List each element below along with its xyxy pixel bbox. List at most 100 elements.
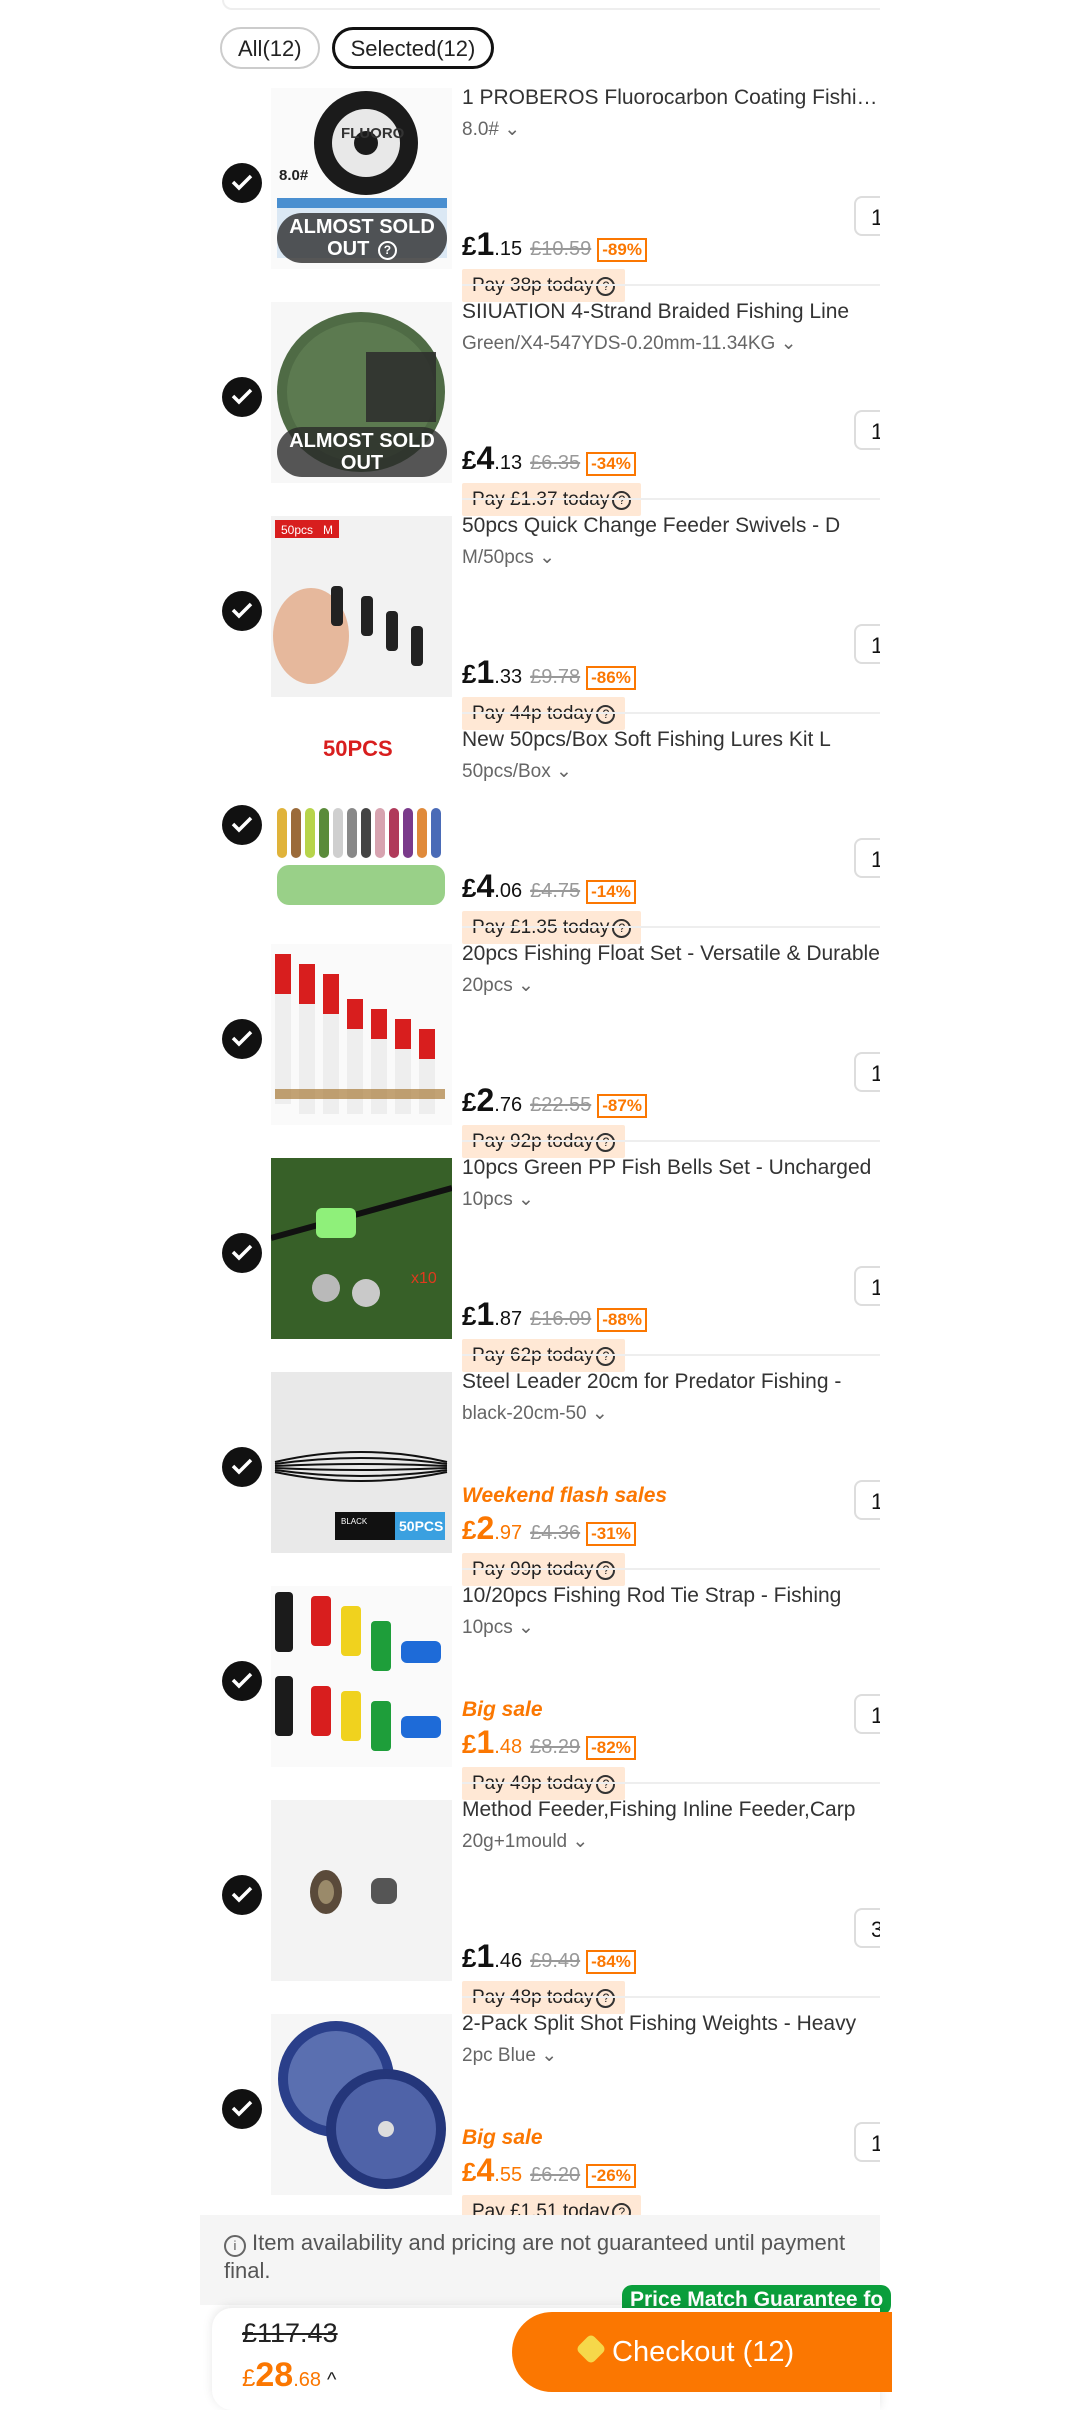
product-image[interactable] bbox=[271, 1800, 452, 1981]
feeder-swivels-image: 50pcs M bbox=[271, 516, 452, 697]
discount-badge: -86% bbox=[586, 666, 636, 690]
quantity-selector[interactable]: 1 bbox=[854, 1694, 880, 1734]
promo-label: Big sale bbox=[462, 2126, 543, 2149]
fish-bells-image: x10 bbox=[271, 1158, 452, 1339]
select-checkbox[interactable] bbox=[222, 1019, 262, 1059]
check-icon bbox=[231, 388, 253, 405]
svg-text:x10: x10 bbox=[411, 1270, 437, 1287]
product-image[interactable]: FLUORO 8.0# ALMOST SOLD OUT ? bbox=[271, 88, 452, 269]
variant-selector[interactable]: M/50pcs ⌄ bbox=[462, 546, 555, 569]
discount-badge: -82% bbox=[586, 1736, 636, 1760]
tab-selected[interactable]: Selected(12) bbox=[331, 27, 495, 69]
quantity-selector[interactable]: 1 bbox=[854, 410, 880, 450]
variant-selector[interactable]: 50pcs/Box ⌄ bbox=[462, 760, 572, 783]
discount-badge: -88% bbox=[597, 1308, 647, 1332]
select-checkbox[interactable] bbox=[222, 163, 262, 203]
total-price[interactable]: £28.68 ^ bbox=[242, 2356, 336, 2395]
product-image[interactable] bbox=[271, 1586, 452, 1767]
help-icon[interactable]: ? bbox=[596, 1989, 616, 2008]
product-title[interactable]: 2-Pack Split Shot Fishing Weights - Heav… bbox=[462, 2012, 880, 2036]
discount-badge: -26% bbox=[586, 2164, 636, 2188]
select-checkbox[interactable] bbox=[222, 1447, 262, 1487]
promo-label: Big sale bbox=[462, 1698, 543, 1721]
product-title[interactable]: 10/20pcs Fishing Rod Tie Strap - Fishing bbox=[462, 1584, 880, 1608]
chevron-down-icon: ⌄ bbox=[572, 1831, 589, 1852]
discount-badge: -84% bbox=[586, 1950, 636, 1974]
product-title[interactable]: 50pcs Quick Change Feeder Swivels - D bbox=[462, 514, 880, 538]
divider bbox=[462, 926, 880, 928]
tab-all[interactable]: All(12) bbox=[220, 27, 320, 69]
checkout-button[interactable]: Checkout (12) bbox=[512, 2312, 892, 2392]
quantity-selector[interactable]: 1 bbox=[854, 1480, 880, 1520]
divider bbox=[462, 1568, 880, 1570]
product-title[interactable]: 10pcs Green PP Fish Bells Set - Uncharge… bbox=[462, 1156, 880, 1180]
select-checkbox[interactable] bbox=[222, 1233, 262, 1273]
cart-item: 2-Pack Split Shot Fishing Weights - Heav… bbox=[200, 1996, 880, 2228]
product-image[interactable]: 50PCS bbox=[271, 730, 452, 911]
variant-selector[interactable]: 10pcs ⌄ bbox=[462, 1616, 534, 1639]
chevron-down-icon: ⌄ bbox=[780, 333, 797, 354]
product-title[interactable]: Method Feeder,Fishing Inline Feeder,Carp bbox=[462, 1798, 880, 1822]
original-total: £117.43 bbox=[242, 2318, 338, 2348]
price-row: £1.48 £8.29 -82% bbox=[462, 1724, 636, 1761]
chevron-down-icon: ⌄ bbox=[504, 119, 521, 140]
svg-text:BLACK: BLACK bbox=[341, 1517, 368, 1526]
quantity-selector[interactable]: 1 bbox=[854, 838, 880, 878]
svg-text:50PCS: 50PCS bbox=[323, 736, 393, 761]
product-image[interactable] bbox=[271, 944, 452, 1125]
price-row: £4.55 £6.20 -26% bbox=[462, 2152, 636, 2189]
product-image[interactable]: 50PCS BLACK bbox=[271, 1372, 452, 1553]
discount-badge: -89% bbox=[597, 238, 647, 262]
quantity-selector[interactable]: 1 bbox=[854, 2122, 880, 2162]
quantity-selector[interactable]: 1 bbox=[854, 624, 880, 664]
product-title[interactable]: 20pcs Fishing Float Set - Versatile & Du… bbox=[462, 942, 880, 966]
quantity-selector[interactable]: 1 bbox=[854, 1052, 880, 1092]
quantity-selector[interactable]: 1 bbox=[854, 1266, 880, 1306]
product-title[interactable]: 1 PROBEROS Fluorocarbon Coating Fishing … bbox=[462, 86, 880, 110]
price-row: £4.06 £4.75 -14% bbox=[462, 868, 636, 905]
select-checkbox[interactable] bbox=[222, 1875, 262, 1915]
product-title[interactable]: New 50pcs/Box Soft Fishing Lures Kit L bbox=[462, 728, 880, 752]
rod-straps-image bbox=[271, 1586, 452, 1767]
help-icon[interactable]: ? bbox=[596, 705, 616, 724]
variant-selector[interactable]: 10pcs ⌄ bbox=[462, 1188, 534, 1211]
product-title[interactable]: Steel Leader 20cm for Predator Fishing - bbox=[462, 1370, 880, 1394]
quantity-selector[interactable]: 3 bbox=[854, 1908, 880, 1948]
chevron-down-icon: ⌄ bbox=[517, 975, 534, 996]
product-image[interactable]: 50pcs M bbox=[271, 516, 452, 697]
check-icon bbox=[231, 1244, 253, 1261]
help-icon[interactable]: ? bbox=[596, 277, 616, 296]
select-checkbox[interactable] bbox=[222, 1661, 262, 1701]
help-icon[interactable]: ? bbox=[596, 1561, 616, 1580]
variant-selector[interactable]: 20pcs ⌄ bbox=[462, 974, 534, 997]
help-icon[interactable]: ? bbox=[612, 491, 632, 510]
check-icon bbox=[231, 1672, 253, 1689]
product-image[interactable] bbox=[271, 2014, 452, 2195]
variant-selector[interactable]: 2pc Blue ⌄ bbox=[462, 2044, 557, 2067]
tag-icon bbox=[575, 2333, 607, 2365]
variant-selector[interactable]: 8.0# ⌄ bbox=[462, 118, 520, 141]
variant-selector[interactable]: black-20cm-50 ⌄ bbox=[462, 1402, 608, 1425]
cart-item: 20pcs Fishing Float Set - Versatile & Du… bbox=[200, 926, 880, 1158]
price-row: £1.33 £9.78 -86% bbox=[462, 654, 636, 691]
chevron-up-icon[interactable]: ^ bbox=[327, 2369, 336, 2392]
product-image[interactable]: ALMOST SOLD OUT bbox=[271, 302, 452, 483]
quantity-selector[interactable]: 1 bbox=[854, 196, 880, 236]
price-row: £1.46 £9.49 -84% bbox=[462, 1938, 636, 1975]
select-checkbox[interactable] bbox=[222, 2089, 262, 2129]
select-checkbox[interactable] bbox=[222, 591, 262, 631]
variant-selector[interactable]: Green/X4-547YDS-0.20mm-11.34KG ⌄ bbox=[462, 332, 797, 355]
chevron-down-icon: ⌄ bbox=[556, 761, 572, 782]
cart-item: 50pcs M 50pcs Quick Change Feeder Swivel… bbox=[200, 498, 880, 730]
select-checkbox[interactable] bbox=[222, 377, 262, 417]
product-image[interactable]: x10 bbox=[271, 1158, 452, 1339]
help-icon[interactable]: ? bbox=[612, 919, 632, 938]
product-title[interactable]: SIIUATION 4-Strand Braided Fishing Line bbox=[462, 300, 880, 324]
check-icon bbox=[231, 816, 253, 833]
help-icon[interactable]: ? bbox=[596, 1347, 616, 1366]
help-icon[interactable]: ? bbox=[596, 1133, 616, 1152]
select-checkbox[interactable] bbox=[222, 805, 262, 845]
help-icon[interactable]: ? bbox=[596, 1775, 616, 1794]
discount-badge: -87% bbox=[597, 1094, 647, 1118]
variant-selector[interactable]: 20g+1mould ⌄ bbox=[462, 1830, 588, 1853]
